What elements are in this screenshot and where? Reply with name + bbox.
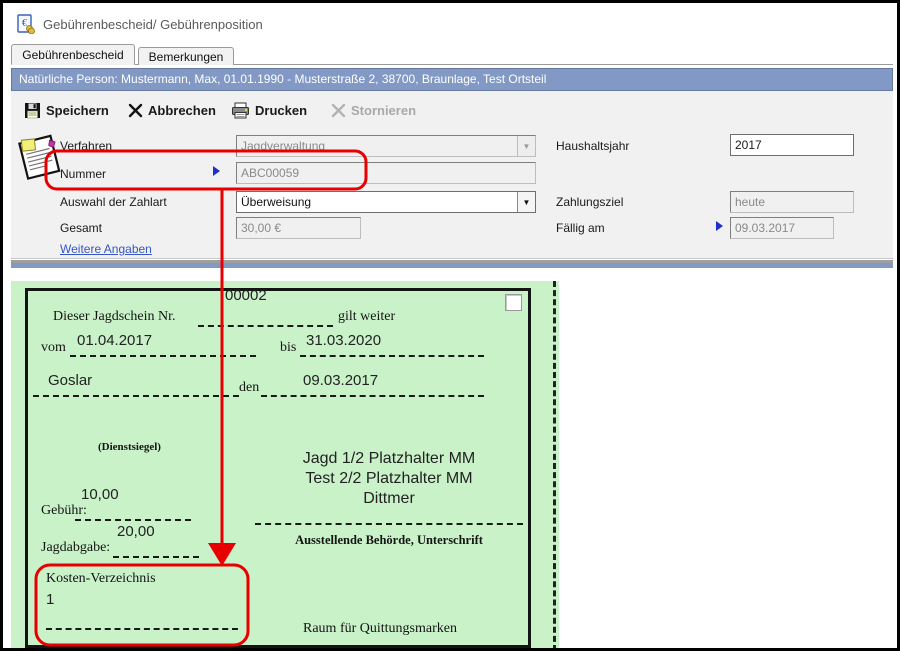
tab-label: Gebührenbescheid	[22, 48, 123, 62]
bis-value: 31.03.2020	[306, 332, 381, 349]
chevron-down-icon: ▼	[517, 192, 535, 212]
behoerde-line: Test 2/2 Platzhalter MM	[253, 469, 525, 489]
nummer-field	[236, 162, 536, 184]
tab-gebuehrenbescheid[interactable]: Gebührenbescheid	[11, 44, 135, 65]
chevron-down-icon: ▼	[517, 136, 535, 156]
vom-value: 01.04.2017	[77, 332, 152, 349]
dotted-line	[198, 325, 333, 327]
perforation-dashed-line	[553, 281, 556, 651]
zahlart-value: Überweisung	[237, 192, 517, 212]
ort-value: Goslar	[48, 372, 92, 389]
save-button[interactable]: Speichern	[24, 98, 109, 122]
kosten-verzeichnis-value: 1	[46, 591, 54, 608]
tab-label: Bemerkungen	[149, 50, 224, 64]
dotted-line	[255, 523, 523, 525]
gesamt-field	[236, 217, 361, 239]
svg-text:€: €	[22, 18, 27, 29]
gesamt-label: Gesamt	[60, 221, 102, 235]
field-marker-arrow-icon	[716, 221, 723, 231]
faellig-am-label: Fällig am	[556, 221, 605, 235]
tab-strip: Gebührenbescheid Bemerkungen	[11, 44, 893, 65]
gebuehr-value: 10,00	[81, 486, 119, 503]
behoerde-placeholder-text: Jagd 1/2 Platzhalter MM Test 2/2 Platzha…	[253, 449, 525, 509]
unterschrift-label: Ausstellende Behörde, Unterschrift	[295, 533, 483, 547]
print-label: Drucken	[255, 103, 307, 118]
weitere-angaben-link[interactable]: Weitere Angaben	[60, 242, 152, 256]
cancel-x-icon	[128, 103, 143, 118]
zahlart-label: Auswahl der Zahlart	[60, 195, 167, 209]
dotted-line	[261, 395, 484, 397]
save-label: Speichern	[46, 103, 109, 118]
dotted-line	[113, 556, 199, 558]
storno-button: Stornieren	[331, 98, 416, 122]
floppy-disk-icon	[24, 102, 41, 119]
dotted-line	[33, 395, 239, 397]
dienstsiegel-label: (Dienstsiegel)	[98, 441, 161, 453]
behoerde-line: Dittmer	[253, 489, 525, 509]
tab-bemerkungen[interactable]: Bemerkungen	[138, 47, 234, 65]
jagdabgabe-label: Jagdabgabe:	[41, 540, 110, 556]
jagdschein-line-label: Dieser Jagdschein Nr.	[53, 309, 175, 325]
verfahren-value: Jagdverwaltung	[237, 136, 517, 156]
haushaltsjahr-label: Haushaltsjahr	[556, 139, 629, 153]
nummer-label: Nummer	[60, 167, 106, 181]
storno-label: Stornieren	[351, 103, 416, 118]
blue-divider-strip	[11, 263, 893, 268]
print-button[interactable]: Drucken	[231, 98, 307, 122]
kosten-verzeichnis-label: Kosten-Verzeichnis	[46, 571, 156, 587]
cancel-button[interactable]: Abbrechen	[128, 98, 216, 122]
jagdschein-print-preview: 00002 Dieser Jagdschein Nr. gilt weiter …	[11, 281, 559, 651]
verfahren-label: Verfahren	[60, 139, 112, 153]
gebuehr-label: Gebühr:	[41, 503, 87, 519]
form-panel: Speichern Abbrechen Drucken Stornie	[11, 91, 893, 259]
person-info-bar: Natürliche Person: Mustermann, Max, 01.0…	[11, 68, 893, 91]
jagdschein-nr-value: 00002	[225, 287, 267, 304]
faellig-am-field	[730, 217, 834, 239]
behoerde-line: Jagd 1/2 Platzhalter MM	[253, 449, 525, 469]
zahlungsziel-field	[730, 191, 854, 213]
application-window: € Gebührenbescheid/ Gebührenposition Geb…	[0, 0, 900, 651]
dotted-line	[46, 628, 238, 630]
den-label: den	[239, 380, 259, 396]
den-value: 09.03.2017	[303, 372, 378, 389]
dotted-line	[300, 355, 484, 357]
euro-document-icon: €	[17, 14, 35, 34]
vom-label: vom	[41, 340, 66, 356]
verfahren-combobox: Jagdverwaltung ▼	[236, 135, 536, 157]
title-bar: € Gebührenbescheid/ Gebührenposition	[3, 3, 897, 43]
storno-x-icon	[331, 103, 346, 118]
printer-icon	[231, 102, 250, 119]
cancel-label: Abbrechen	[148, 103, 216, 118]
zahlungsziel-label: Zahlungsziel	[556, 195, 623, 209]
dotted-line	[70, 355, 256, 357]
gilt-weiter-label: gilt weiter	[338, 309, 395, 325]
dotted-line	[75, 519, 191, 521]
jagdabgabe-value: 20,00	[117, 523, 155, 540]
notepad-icon	[13, 129, 67, 183]
zahlart-combobox[interactable]: Überweisung ▼	[236, 191, 536, 213]
window-title: Gebührenbescheid/ Gebührenposition	[43, 17, 263, 32]
bis-label: bis	[280, 340, 296, 356]
gilt-weiter-checkbox	[505, 294, 522, 311]
field-marker-arrow-icon	[213, 166, 220, 176]
quittungsmarken-label: Raum für Quittungsmarken	[303, 621, 457, 637]
haushaltsjahr-field[interactable]	[730, 134, 854, 156]
